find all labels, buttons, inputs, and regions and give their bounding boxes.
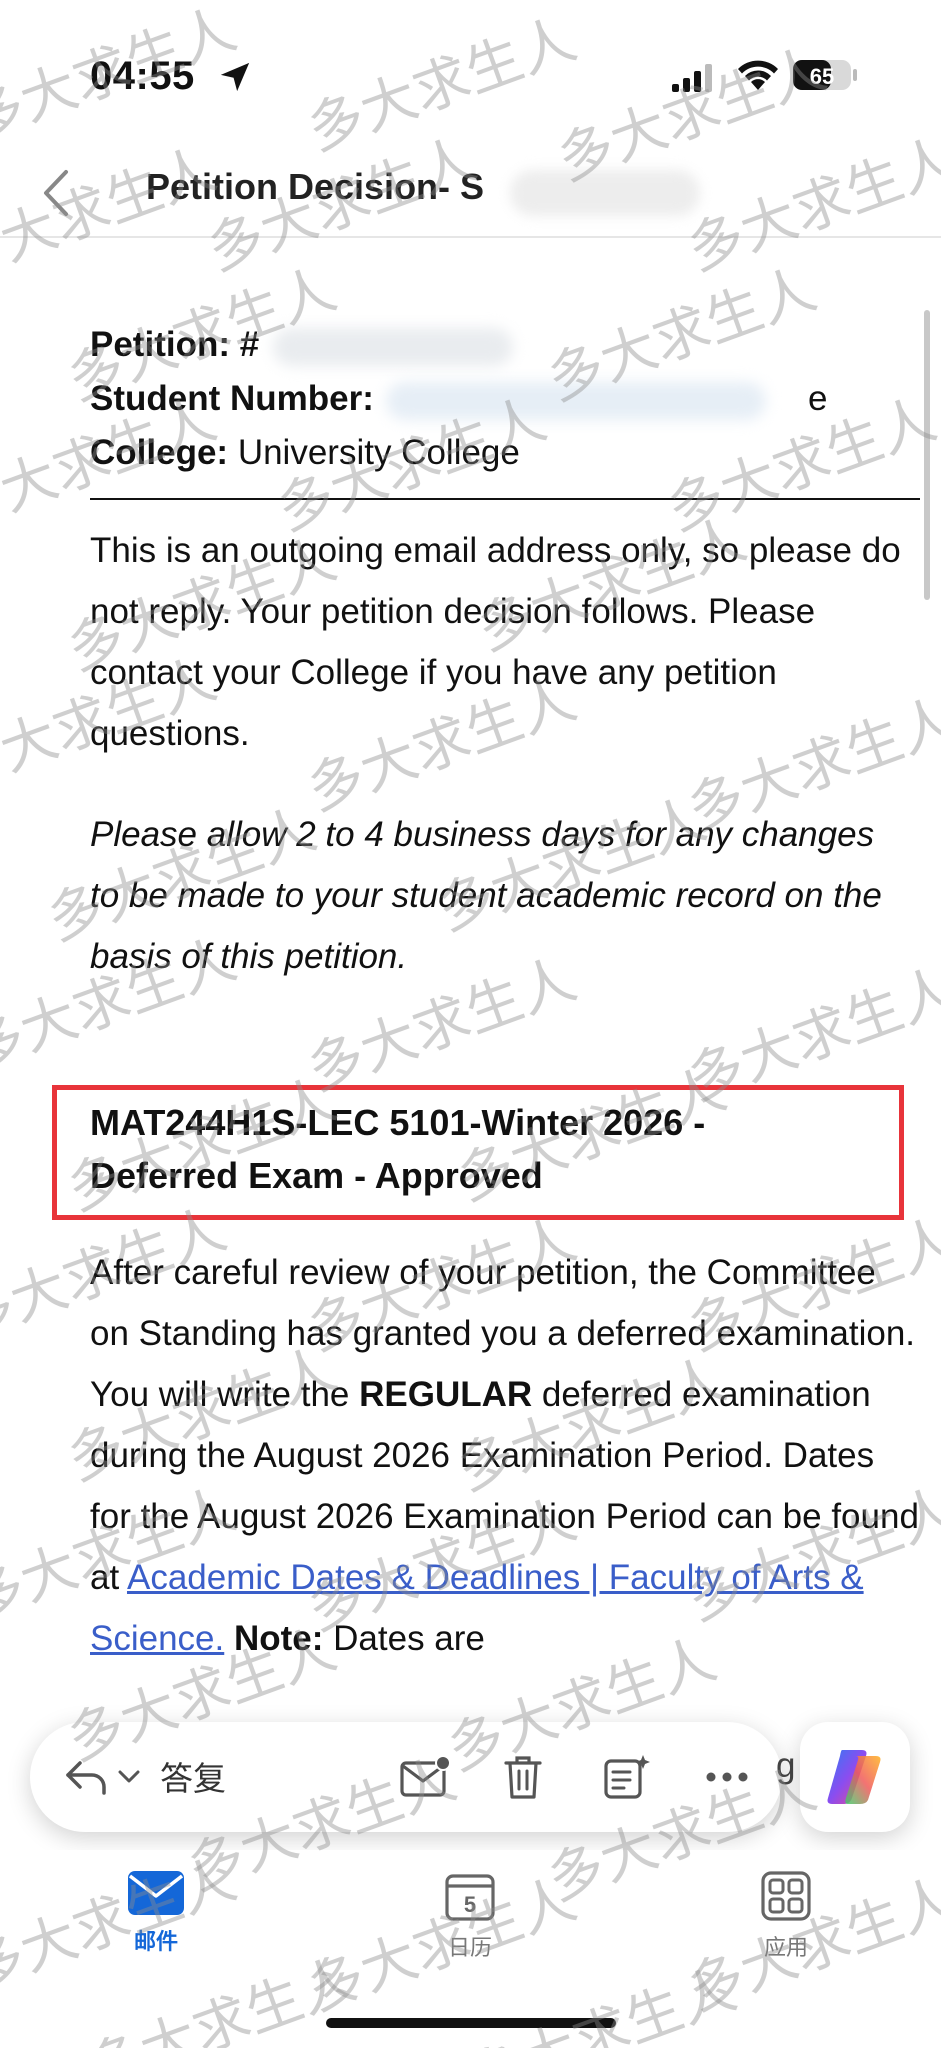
reply-button[interactable] <box>58 1750 116 1804</box>
more-options-button[interactable] <box>700 1750 754 1804</box>
reply-arrow-icon <box>66 1761 106 1795</box>
ai-summary-button[interactable] <box>598 1750 656 1804</box>
tab-calendar[interactable]: 5 日历 <box>400 1870 540 1980</box>
redacted-subject <box>510 170 700 216</box>
email-action-bar: 答复 g <box>30 1722 795 1832</box>
status-bar: 04:55 65 <box>0 0 941 150</box>
reply-label[interactable]: 答复 <box>160 1752 226 1800</box>
note-text: Dates are <box>323 1619 485 1658</box>
decision-regular-bold: REGULAR <box>359 1375 533 1414</box>
mail-icon <box>128 1871 184 1915</box>
decision-paragraph: After careful review of your petition, t… <box>90 1242 920 1669</box>
calendar-day-number: 5 <box>464 1892 476 1917</box>
location-arrow-icon <box>220 62 250 92</box>
course-title-line1: MAT244H1S-LEC 5101-Winter 2026 - <box>90 1102 706 1143</box>
petition-number-line: Petition: # <box>90 318 890 372</box>
tab-apps[interactable]: 应用 <box>716 1870 856 1980</box>
petition-label: Petition: # <box>90 325 260 364</box>
course-decision-title: MAT244H1S-LEC 5101-Winter 2026 - Deferre… <box>90 1096 890 1202</box>
student-number-label: Student Number: <box>90 379 374 418</box>
header-divider <box>90 498 920 500</box>
student-number-tail: e <box>808 379 828 418</box>
battery-icon: 65 <box>793 60 857 90</box>
partial-hidden-text: g <box>776 1746 796 1785</box>
notice-paragraph: This is an outgoing email address only, … <box>90 531 901 753</box>
email-subject-title: Petition Decision- S <box>146 166 485 207</box>
college-line: College: University College <box>90 426 890 480</box>
reply-options-dropdown[interactable] <box>114 1750 144 1804</box>
note-label: Note: <box>233 1619 324 1658</box>
student-number-line: Student Number: e <box>90 372 890 426</box>
delete-button[interactable] <box>496 1750 550 1804</box>
processing-time-paragraph: Please allow 2 to 4 business days for an… <box>90 815 882 976</box>
status-time: 04:55 <box>90 54 195 98</box>
tab-apps-label: 应用 <box>763 1936 808 1961</box>
home-indicator[interactable] <box>326 2018 616 2028</box>
copilot-icon <box>827 1750 881 1804</box>
tab-mail[interactable]: 邮件 <box>86 1870 226 1980</box>
redacted-petition-number <box>273 327 514 366</box>
envelope-unread-icon <box>400 1755 451 1797</box>
course-title-line2: Deferred Exam - Approved <box>90 1155 543 1196</box>
college-value: University College <box>237 433 520 472</box>
email-header-fields: Petition: # Student Number: e College: Un… <box>90 318 890 480</box>
trash-icon <box>504 1756 542 1799</box>
redacted-student-number <box>385 381 766 420</box>
copilot-button[interactable] <box>800 1722 910 1832</box>
mark-unread-button[interactable] <box>396 1750 456 1804</box>
scroll-indicator[interactable] <box>924 310 930 600</box>
tab-calendar-label: 日历 <box>447 1936 492 1961</box>
more-dots-icon <box>706 1772 748 1782</box>
college-label: College: <box>90 433 229 472</box>
chevron-down-icon <box>118 1770 140 1783</box>
back-chevron-icon[interactable] <box>42 168 70 218</box>
tab-mail-label: 邮件 <box>133 1930 178 1955</box>
email-nav-bar: Petition Decision- S <box>0 150 941 238</box>
wifi-icon <box>738 60 778 90</box>
cellular-signal-icon <box>672 64 712 92</box>
apps-grid-icon <box>761 1871 811 1921</box>
battery-percent: 65 <box>810 64 834 89</box>
calendar-icon: 5 <box>445 1874 495 1921</box>
sparkle-list-icon <box>604 1755 650 1799</box>
